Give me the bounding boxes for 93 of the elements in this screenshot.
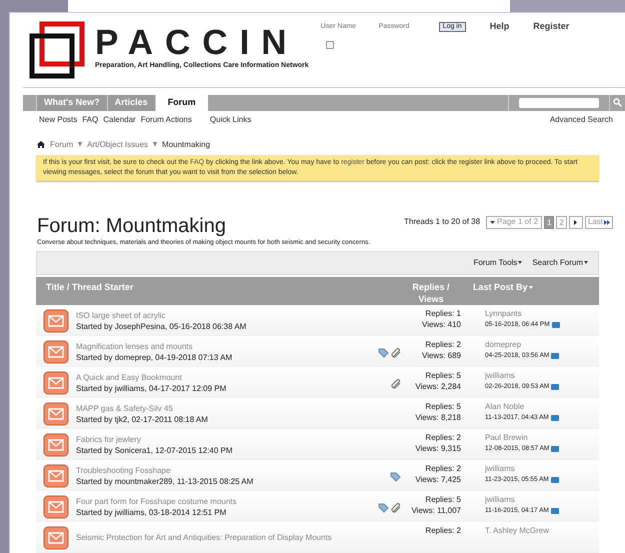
go-to-post-icon[interactable] (550, 414, 559, 420)
view-count: Views: 689 (422, 350, 461, 361)
column-header[interactable]: Last Post By (461, 280, 599, 305)
last-post-user[interactable]: Paul Brewin (485, 432, 599, 443)
thread-title[interactable]: A Quick and Easy Bookmount (76, 372, 375, 382)
search-field[interactable] (519, 98, 599, 108)
reply-count: Replies: 2 (425, 525, 461, 536)
toolbar-menu-button[interactable]: Forum Tools (473, 256, 522, 269)
thread-title[interactable]: Troubleshooting Fosshape (76, 464, 375, 476)
breadcrumb-arrow-icon (153, 142, 158, 148)
last-post-user[interactable]: jwilliams (485, 494, 599, 505)
sub-nav-link[interactable]: Calendar (103, 114, 136, 126)
go-to-post-icon[interactable] (551, 352, 560, 358)
advanced-search-link[interactable]: Advanced Search (550, 114, 613, 126)
thread-title[interactable]: Fabrics for jewlery (76, 434, 375, 444)
header-link[interactable]: Register (533, 20, 570, 34)
envelope-icon (43, 402, 69, 426)
view-count: Views: 7,425 (415, 474, 461, 485)
view-count: Views: 8,218 (415, 412, 461, 423)
view-count: Views: 2,284 (415, 381, 461, 392)
view-count: Views: 9,315 (415, 443, 461, 454)
go-to-post-icon[interactable] (550, 476, 559, 482)
thread-starter: Started by JosephPesina, 05-16-2018 06:38 AM (76, 320, 248, 332)
next-page-button[interactable] (568, 216, 583, 229)
page-number-button[interactable]: 1 (544, 216, 554, 229)
reply-count: Replies: 2 (425, 432, 461, 443)
go-to-post-icon[interactable] (551, 446, 560, 452)
envelope-icon (43, 432, 69, 456)
last-post-user[interactable]: domeprep (485, 339, 599, 350)
go-to-post-icon[interactable] (550, 508, 559, 514)
thread-title[interactable]: MAPP gas & Safety-Silv 45 (76, 402, 375, 414)
thread-title[interactable]: Magnification lenses and mounts (76, 340, 375, 352)
last-post-user[interactable]: Alan Noble (485, 401, 599, 412)
envelope-icon (43, 494, 69, 518)
double-arrow-icon (604, 220, 610, 225)
nav-tab[interactable]: Forum (156, 94, 208, 111)
envelope-icon (43, 464, 69, 488)
next-arrow-icon (574, 220, 578, 225)
forum-title: Forum: Mountmaking (37, 214, 226, 237)
thread-title[interactable]: ISO large sheet of acrylic (76, 310, 375, 320)
column-header[interactable]: Replies / Views (401, 280, 461, 305)
envelope-icon (43, 370, 69, 394)
thread-starter: Started by jwilliams, 04-17-2017 12:09 PM (76, 382, 228, 394)
thread-starter: Started by domeprep, 04-19-2018 07:13 AM (76, 352, 234, 362)
envelope-icon (43, 308, 69, 332)
view-count: Views: 11,007 (411, 505, 461, 516)
caret-icon (528, 286, 533, 289)
site-name: PACCIN (95, 25, 299, 61)
reply-count: Replies: 1 (425, 308, 461, 319)
nav-tab[interactable]: What's New? (37, 94, 108, 111)
search-button[interactable] (609, 94, 625, 111)
reply-count: Replies: 5 (425, 494, 461, 505)
view-count: Views: 410 (422, 319, 461, 330)
sub-nav-link[interactable]: Quick Links (210, 114, 252, 126)
breadcrumb-arrow-icon (78, 142, 82, 148)
caret-icon (518, 261, 522, 264)
breadcrumb-link[interactable]: Forum (50, 138, 74, 151)
page-number-button[interactable]: 2 (556, 216, 567, 229)
envelope-icon (43, 340, 69, 364)
thread-starter: Started by jwilliams, 03-18-2014 12:51 PM (76, 506, 228, 518)
last-post-user[interactable]: T. Ashley McGrew (485, 525, 599, 536)
remember-me-checkbox[interactable] (326, 40, 334, 48)
search-icon (613, 98, 622, 108)
reply-count: Replies: 2 (425, 463, 461, 474)
last-page-button[interactable]: Last (584, 216, 613, 229)
breadcrumb-link[interactable]: Mountmaking (162, 138, 210, 151)
thread-title[interactable]: Four part form for Fosshape costume mounts (76, 496, 375, 506)
reply-count: Replies: 2 (425, 339, 461, 350)
nav-tab[interactable]: Articles (108, 94, 156, 111)
reply-count: Replies: 5 (425, 401, 461, 412)
envelope-icon (43, 526, 69, 550)
sub-nav-link[interactable]: New Posts (39, 114, 78, 126)
last-post-user[interactable]: Lynnpants (485, 308, 599, 319)
thread-title[interactable]: Seismic Protection for Art and Antiquities: Preparation of Display Mounts (76, 532, 375, 543)
sub-nav-link[interactable]: Forum Actions (140, 114, 192, 126)
sub-nav-link[interactable]: FAQ (82, 114, 98, 126)
breadcrumb-link[interactable]: Art/Object Issues (87, 138, 148, 151)
last-post-user[interactable]: jwilliams (485, 463, 599, 474)
caret-icon (584, 261, 588, 264)
reply-count: Replies: 5 (425, 370, 461, 381)
thread-starter: Started by Sonicera1, 12-07-2015 12:40 PM (76, 444, 234, 456)
page-menu-button[interactable]: Page 1 of 2 (486, 216, 542, 229)
home-icon[interactable] (37, 141, 45, 148)
thread-starter: Started by mountmaker289, 11-13-2015 08:25 AM (76, 476, 254, 486)
caret-icon (490, 220, 496, 224)
column-header[interactable]: Title / Thread Starter (36, 280, 401, 305)
thread-starter: Started by tjk2, 02-17-2011 08:18 AM (76, 414, 209, 424)
go-to-post-icon[interactable] (552, 322, 560, 328)
last-post-user[interactable]: jwilliams (485, 370, 599, 381)
go-to-post-icon[interactable] (551, 384, 560, 390)
toolbar-menu-button[interactable]: Search Forum (532, 256, 588, 269)
header-link[interactable]: Help (490, 20, 510, 34)
thread-count: Threads 1 to 20 of 38 (404, 216, 480, 228)
